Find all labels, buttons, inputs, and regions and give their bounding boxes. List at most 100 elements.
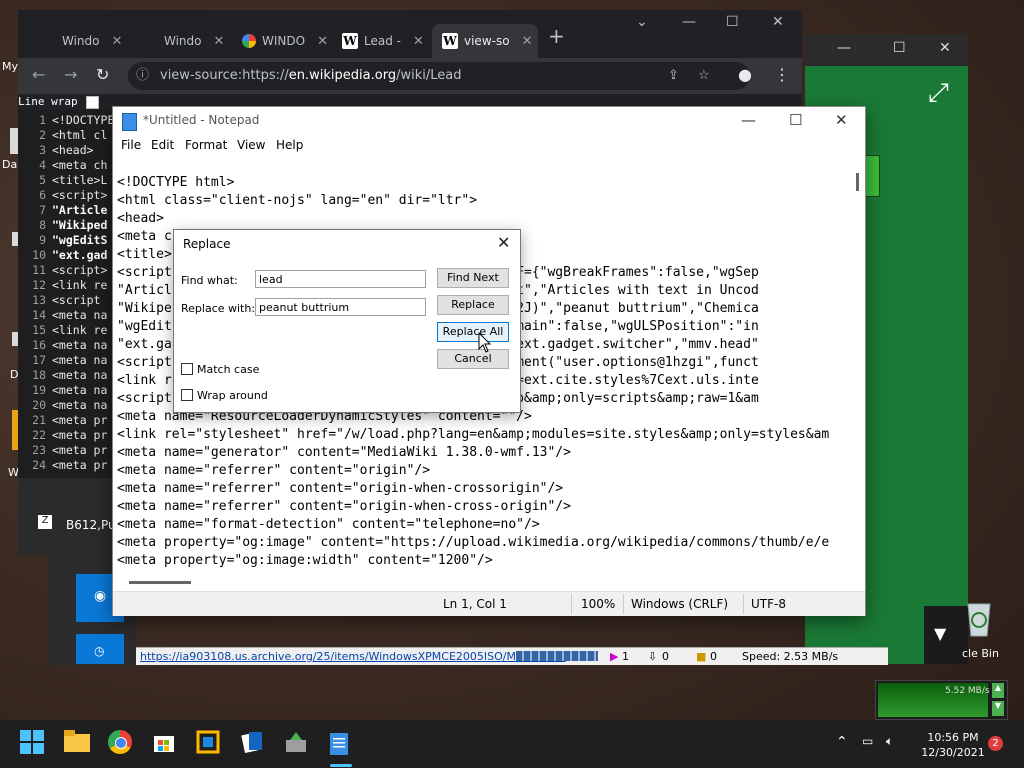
close-icon[interactable]: ✕: [112, 34, 123, 49]
notepad-taskbar-icon[interactable]: [328, 730, 354, 756]
back-icon[interactable]: ←: [32, 65, 45, 84]
expand-icon[interactable]: ⤢: [928, 78, 949, 109]
close-icon[interactable]: ✕: [497, 233, 510, 252]
solitaire-icon[interactable]: [240, 730, 266, 756]
notepad-line: <meta name="referrer" content="origin-wh…: [117, 499, 571, 514]
menu-kebab-icon[interactable]: ⋮: [774, 65, 790, 84]
menu-view[interactable]: View: [237, 138, 265, 152]
close-icon[interactable]: ✕: [835, 111, 848, 129]
source-text: "Article: [52, 203, 108, 217]
tab-search-icon[interactable]: ⌄: [636, 14, 648, 30]
close-icon[interactable]: ✕: [214, 34, 225, 49]
tab-window-2[interactable]: Windo ✕: [144, 24, 244, 58]
replace-dialog[interactable]: Replace ✕ Find what: Replace with: Find …: [173, 229, 521, 413]
line-number: 22: [32, 428, 46, 442]
menu-format[interactable]: Format: [185, 138, 227, 152]
share-icon[interactable]: ⇪: [668, 62, 679, 90]
close-icon[interactable]: ✕: [522, 34, 533, 49]
google-icon: [242, 34, 256, 48]
menu-edit[interactable]: Edit: [151, 138, 174, 152]
count-3: 0: [710, 650, 717, 663]
address-bar[interactable]: ⓘ view-source:https://en.wikipedia.org/w…: [128, 62, 750, 90]
desktop-icon-label[interactable]: Da: [2, 158, 17, 171]
source-line: 6 <script>: [18, 188, 114, 203]
cancel-button[interactable]: Cancel: [437, 349, 509, 369]
close-icon[interactable]: ✕: [772, 14, 784, 30]
close-icon[interactable]: ✕: [939, 40, 951, 56]
download-url[interactable]: https://ia903108.us.archive.org/25/items…: [140, 650, 566, 663]
close-icon[interactable]: ✕: [413, 34, 424, 49]
source-line: 19 <meta na: [18, 383, 114, 398]
tab-title: Windo: [62, 34, 100, 48]
store-icon[interactable]: [152, 730, 178, 756]
new-tab-button[interactable]: +: [548, 24, 565, 48]
info-icon[interactable]: ⓘ: [136, 62, 149, 90]
taskbar-item-label[interactable]: B612,Pu: [66, 518, 116, 532]
downloader-icon[interactable]: [284, 730, 310, 756]
start-button[interactable]: [20, 730, 46, 756]
find-what-input[interactable]: [255, 270, 426, 288]
volume-icon[interactable]: 🔈︎: [886, 734, 893, 749]
source-text: <link re: [52, 278, 108, 292]
source-text: <meta pr: [52, 413, 108, 427]
line-number: 12: [32, 278, 46, 292]
line-number: 20: [32, 398, 46, 412]
find-next-button[interactable]: Find Next: [437, 268, 509, 288]
menu-help[interactable]: Help: [276, 138, 303, 152]
replace-all-button[interactable]: Replace All: [437, 322, 509, 342]
active-indicator: [330, 764, 352, 767]
vertical-scroll-thumb[interactable]: [856, 173, 859, 191]
reload-icon[interactable]: ↻: [96, 65, 109, 84]
chevron-up-icon[interactable]: ⌃: [836, 734, 848, 750]
maximize-icon[interactable]: ☐: [726, 14, 739, 30]
tab-window-1[interactable]: Windo ✕: [44, 24, 144, 58]
match-case-checkbox[interactable]: [181, 363, 193, 375]
url-prefix: view-source:https://: [160, 68, 289, 83]
tab-lead[interactable]: W Lead - ✕: [336, 24, 432, 58]
menu-file[interactable]: File: [121, 138, 141, 152]
chevron-down-icon[interactable]: ▼: [934, 624, 946, 643]
tab-view-source[interactable]: W view-so ✕: [432, 24, 538, 58]
recycle-bin-icon[interactable]: [962, 598, 996, 638]
line-number: 1: [39, 113, 46, 127]
profile-icon[interactable]: ●: [738, 65, 752, 84]
match-case-label: Match case: [197, 363, 260, 376]
horizontal-scroll-thumb[interactable]: [129, 581, 191, 584]
replace-button[interactable]: Replace: [437, 295, 509, 315]
window-titlebar[interactable]: — ☐ ✕: [805, 34, 968, 66]
notepad-menubar: File Edit Format View Help: [113, 135, 865, 157]
maximize-icon[interactable]: ☐: [789, 111, 802, 129]
vm-app-icon[interactable]: [196, 730, 222, 756]
source-text: <link re: [52, 323, 108, 337]
network-icon[interactable]: ▭: [862, 734, 873, 748]
clock-tile[interactable]: ◷: [76, 634, 124, 664]
view-source-pane[interactable]: 1 <!DOCTYPE 2 <html cl 3 <head> 4 <meta ch 5 <tit…: [18, 110, 114, 478]
maximize-icon[interactable]: ☐: [893, 40, 906, 56]
notification-badge[interactable]: 2: [988, 736, 1003, 751]
vertical-scrollbar[interactable]: [849, 157, 865, 585]
line-number: 5: [39, 173, 46, 187]
bookmark-star-icon[interactable]: ☆: [698, 62, 710, 90]
source-line: 24 <meta pr: [18, 458, 114, 473]
chevron-up-icon[interactable]: ▲: [992, 683, 1004, 698]
desktop-icon-label[interactable]: My: [2, 60, 18, 73]
source-line: 11 <script>: [18, 263, 114, 278]
notepad-titlebar[interactable]: *Untitled - Notepad — ☐ ✕: [113, 107, 865, 135]
close-icon[interactable]: ✕: [317, 34, 328, 49]
wrap-around-checkbox[interactable]: [181, 389, 193, 401]
minimize-icon[interactable]: —: [741, 111, 756, 129]
line-wrap-checkbox[interactable]: [86, 96, 99, 109]
source-text: <meta pr: [52, 458, 108, 472]
file-explorer-icon[interactable]: [64, 730, 90, 756]
chevron-down-icon[interactable]: ▼: [992, 701, 1004, 716]
chrome-icon[interactable]: [108, 730, 134, 756]
tab-google[interactable]: WINDO ✕: [238, 24, 338, 58]
zoom-level: 100%: [581, 597, 616, 611]
minimize-icon[interactable]: —: [682, 14, 696, 30]
minimize-icon[interactable]: —: [837, 40, 851, 56]
source-line: 4 <meta ch: [18, 158, 114, 173]
forward-icon[interactable]: →: [64, 65, 77, 84]
replace-with-input[interactable]: [255, 298, 426, 316]
taskbar-clock[interactable]: 10:56 PM 12/30/2021: [918, 730, 988, 760]
source-line: 2 <html cl: [18, 128, 114, 143]
